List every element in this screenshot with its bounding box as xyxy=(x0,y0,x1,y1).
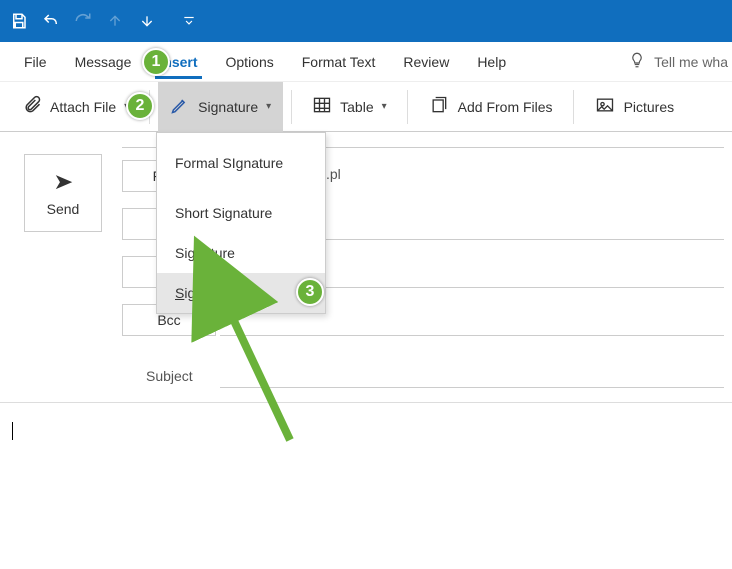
annotation-1: 1 xyxy=(142,48,170,76)
compose-area: ➤ Send From .pl Bcc Subject Formal SIgna… xyxy=(0,132,732,569)
picture-icon xyxy=(594,95,616,118)
annotation-2: 2 xyxy=(126,92,154,120)
add-from-files-button[interactable]: Add From Files xyxy=(416,82,565,132)
separator xyxy=(291,90,292,124)
table-button[interactable]: Table ▾ xyxy=(300,82,399,132)
pictures-label: Pictures xyxy=(624,99,675,115)
paperclip-icon xyxy=(22,95,42,118)
table-icon xyxy=(312,95,332,118)
tell-me-label: Tell me wha xyxy=(654,54,728,70)
chevron-down-icon: ▾ xyxy=(382,101,387,112)
qat-more-icon[interactable] xyxy=(182,14,196,28)
files-icon xyxy=(428,95,450,118)
tell-me-search[interactable]: Tell me wha xyxy=(628,51,732,72)
attach-file-button[interactable]: Attach File ▾ xyxy=(10,82,141,132)
body-caret xyxy=(12,422,13,440)
tab-help[interactable]: Help xyxy=(463,46,520,78)
undo-icon[interactable] xyxy=(40,10,62,32)
title-bar xyxy=(0,0,732,42)
lightbulb-icon xyxy=(628,51,646,72)
send-button[interactable]: ➤ Send xyxy=(24,154,102,232)
tab-options[interactable]: Options xyxy=(212,46,288,78)
annotation-3: 3 xyxy=(296,278,324,306)
tab-file[interactable]: File xyxy=(10,46,61,78)
arrow-down-icon[interactable] xyxy=(136,10,158,32)
separator xyxy=(407,90,408,124)
redo-icon xyxy=(72,10,94,32)
tab-format-text[interactable]: Format Text xyxy=(288,46,390,78)
chevron-down-icon: ▾ xyxy=(266,101,271,112)
table-label: Table xyxy=(340,99,373,115)
send-icon: ➤ xyxy=(53,169,73,195)
send-label: Send xyxy=(47,201,80,217)
ribbon-tabs: File Message Insert Options Format Text … xyxy=(0,42,732,82)
tab-message[interactable]: Message xyxy=(61,46,146,78)
pictures-button[interactable]: Pictures xyxy=(582,82,687,132)
body-separator xyxy=(0,402,732,403)
arrow-up-icon xyxy=(104,10,126,32)
attach-file-label: Attach File xyxy=(50,99,116,115)
save-icon[interactable] xyxy=(8,10,30,32)
ribbon: Attach File ▾ Signature ▾ Table ▾ Add Fr… xyxy=(0,82,732,132)
pen-icon xyxy=(170,95,190,118)
signature-button[interactable]: Signature ▾ xyxy=(158,82,283,132)
tab-review[interactable]: Review xyxy=(389,46,463,78)
add-from-files-label: Add From Files xyxy=(458,99,553,115)
signature-label: Signature xyxy=(198,99,258,115)
separator xyxy=(573,90,574,124)
